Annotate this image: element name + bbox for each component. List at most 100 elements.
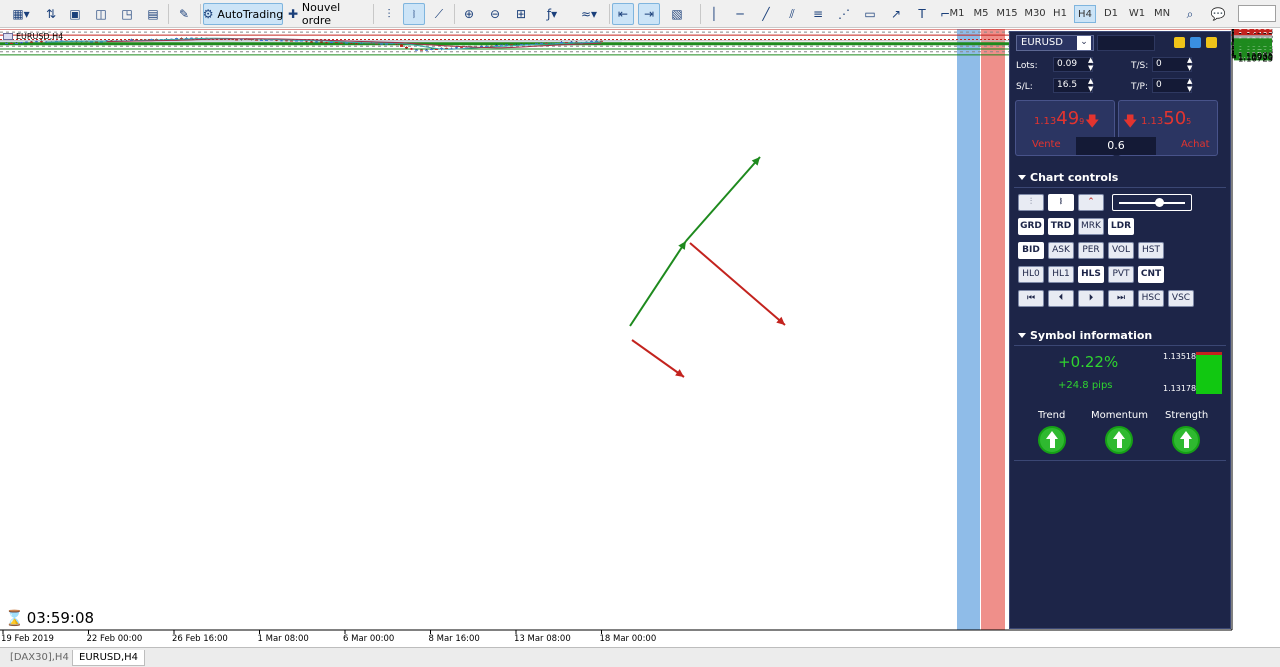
hl1-toggle[interactable]: HL1	[1048, 266, 1074, 283]
market-watch-icon[interactable]: ▣	[64, 3, 86, 25]
ts-input[interactable]: 0	[1152, 57, 1192, 72]
chart-shift-icon[interactable]: ⇥	[638, 3, 660, 25]
arrow-tool-icon[interactable]: ↗	[886, 3, 906, 25]
strategy-tester-icon[interactable]: ✎	[172, 3, 196, 25]
ts-label: T/S:	[1131, 61, 1149, 71]
tp-value: 0	[1156, 80, 1162, 90]
terminal-icon[interactable]: ▤	[142, 3, 164, 25]
rectangle-icon[interactable]: ▭	[860, 3, 880, 25]
lots-stepper-icon[interactable]: ▲ ▼	[1088, 56, 1093, 72]
fibonacci-fan-icon[interactable]: ⋰	[834, 3, 854, 25]
timeframe-h1[interactable]: H1	[1049, 5, 1071, 23]
grid-toggle[interactable]: GRD	[1018, 218, 1044, 235]
chart-controls-header[interactable]: Chart controls	[1014, 168, 1226, 188]
candle-body	[495, 45, 498, 47]
timeframe-m15[interactable]: M15	[994, 5, 1020, 23]
lots-input[interactable]: 0.09	[1053, 57, 1093, 72]
new-chart-icon[interactable]: ▦▾	[4, 3, 38, 25]
minimize-icon[interactable]	[1206, 37, 1217, 48]
lots-label: Lots:	[1016, 61, 1038, 71]
search-icon[interactable]: ⌕	[1180, 3, 1200, 25]
scroll-forward-icon[interactable]: ⏵	[1078, 290, 1104, 307]
horizontal-line-icon[interactable]: ─	[730, 3, 750, 25]
data-window-icon[interactable]: ◫	[90, 3, 112, 25]
candle-body	[355, 43, 358, 45]
candle-body	[280, 40, 283, 42]
search-input[interactable]	[1238, 5, 1276, 22]
strength-up-icon	[1172, 426, 1200, 454]
candle-type-icon[interactable]: ⧘	[1048, 194, 1074, 211]
chart-window[interactable]: 1.154001.152751.151001.149001.147501.145…	[0, 29, 1280, 646]
zoom-slider[interactable]	[1112, 194, 1192, 211]
navigator-icon[interactable]: ◳	[116, 3, 138, 25]
ts-value: 0	[1156, 59, 1162, 69]
line-chart-icon[interactable]: ⟋	[428, 3, 450, 25]
ts-stepper-icon[interactable]: ▲ ▼	[1187, 56, 1192, 72]
text-tool-icon[interactable]: T	[912, 3, 932, 25]
ask-line-toggle[interactable]: ASK	[1048, 242, 1074, 259]
slider-thumb[interactable]	[1155, 198, 1164, 207]
indicators-icon[interactable]: ƒ▾	[537, 3, 567, 25]
scroll-start-icon[interactable]: ⏮	[1018, 290, 1044, 307]
vertical-line-icon[interactable]: │	[704, 3, 724, 25]
new-order-button[interactable]: ✚ Nouvel ordre	[287, 1, 369, 27]
tab-eurusd[interactable]: EURUSD,H4	[72, 650, 146, 666]
date-label: 6 Mar 00:00	[343, 634, 394, 644]
bid-line-toggle[interactable]: BID	[1018, 242, 1044, 259]
tp-stepper-icon[interactable]: ▲ ▼	[1187, 77, 1192, 93]
pivot-toggle[interactable]: PVT	[1108, 266, 1134, 283]
sl-stepper-icon[interactable]: ▲ ▼	[1088, 77, 1093, 93]
hls-toggle[interactable]: HLS	[1078, 266, 1104, 283]
bar-chart-icon[interactable]: ⫶	[378, 3, 400, 25]
candlestick-icon[interactable]: ⧘	[403, 3, 425, 25]
date-label: 22 Feb 00:00	[87, 634, 143, 644]
lock-icon[interactable]	[1174, 37, 1185, 48]
candle-body	[255, 39, 258, 41]
sl-input[interactable]: 16.5	[1053, 78, 1093, 93]
properties-icon[interactable]: ▧	[666, 3, 688, 25]
timeframe-h4[interactable]: H4	[1074, 5, 1096, 23]
profiles-icon[interactable]: ⇅	[40, 3, 62, 25]
templates-icon[interactable]: ≈▾	[572, 3, 606, 25]
tab-dax30[interactable]: [DAX30],H4	[4, 650, 75, 666]
chevron-down-icon[interactable]: ⌄	[1077, 36, 1091, 50]
hl0-toggle[interactable]: HL0	[1018, 266, 1044, 283]
fibonacci-retracement-icon[interactable]: ≡	[808, 3, 828, 25]
countdown-toggle[interactable]: CNT	[1138, 266, 1164, 283]
period-separators-toggle[interactable]: PER	[1078, 242, 1104, 259]
timeframe-d1[interactable]: D1	[1100, 5, 1122, 23]
history-toggle[interactable]: HST	[1138, 242, 1164, 259]
scroll-end-icon[interactable]: ⏭	[1108, 290, 1134, 307]
candle-body	[505, 44, 508, 46]
autotrading-button[interactable]: ⚙ AutoTrading	[203, 3, 283, 25]
timeframe-m30[interactable]: M30	[1022, 5, 1048, 23]
bar-type-icon[interactable]: ⫶	[1018, 194, 1044, 211]
trade-levels-toggle[interactable]: TRD	[1048, 218, 1074, 235]
ladder-toggle[interactable]: LDR	[1108, 218, 1134, 235]
autoscroll-icon[interactable]: ⇤	[612, 3, 634, 25]
tp-input[interactable]: 0	[1152, 78, 1192, 93]
ask-side-band	[981, 29, 1005, 630]
vertical-scale-toggle[interactable]: VSC	[1168, 290, 1194, 307]
sell-price-small: 1.13	[1034, 116, 1057, 127]
chat-icon[interactable]: 💬	[1206, 3, 1230, 25]
trendline-icon[interactable]: ╱	[756, 3, 776, 25]
horizontal-scale-toggle[interactable]: HSC	[1138, 290, 1164, 307]
zoom-out-icon[interactable]: ⊖	[484, 3, 506, 25]
timeframe-mn[interactable]: MN	[1151, 5, 1173, 23]
zoom-in-icon[interactable]: ⊕	[458, 3, 480, 25]
timeframe-m1[interactable]: M1	[946, 5, 968, 23]
line-type-icon[interactable]: ⌃	[1078, 194, 1104, 211]
equidistant-channel-icon[interactable]: ⫽	[782, 3, 802, 25]
settings-icon[interactable]	[1190, 37, 1201, 48]
volume-toggle[interactable]: VOL	[1108, 242, 1134, 259]
timeframe-w1[interactable]: W1	[1126, 5, 1148, 23]
timeframe-m5[interactable]: M5	[970, 5, 992, 23]
symbol-info-header[interactable]: Symbol information	[1014, 326, 1226, 346]
tile-windows-icon[interactable]: ⊞	[510, 3, 532, 25]
market-toggle[interactable]: MRK	[1078, 218, 1104, 235]
scroll-back-icon[interactable]: ⏴	[1048, 290, 1074, 307]
symbol-input[interactable]	[1097, 35, 1155, 51]
candle-body	[265, 39, 268, 41]
strength-label: Strength	[1165, 410, 1209, 421]
